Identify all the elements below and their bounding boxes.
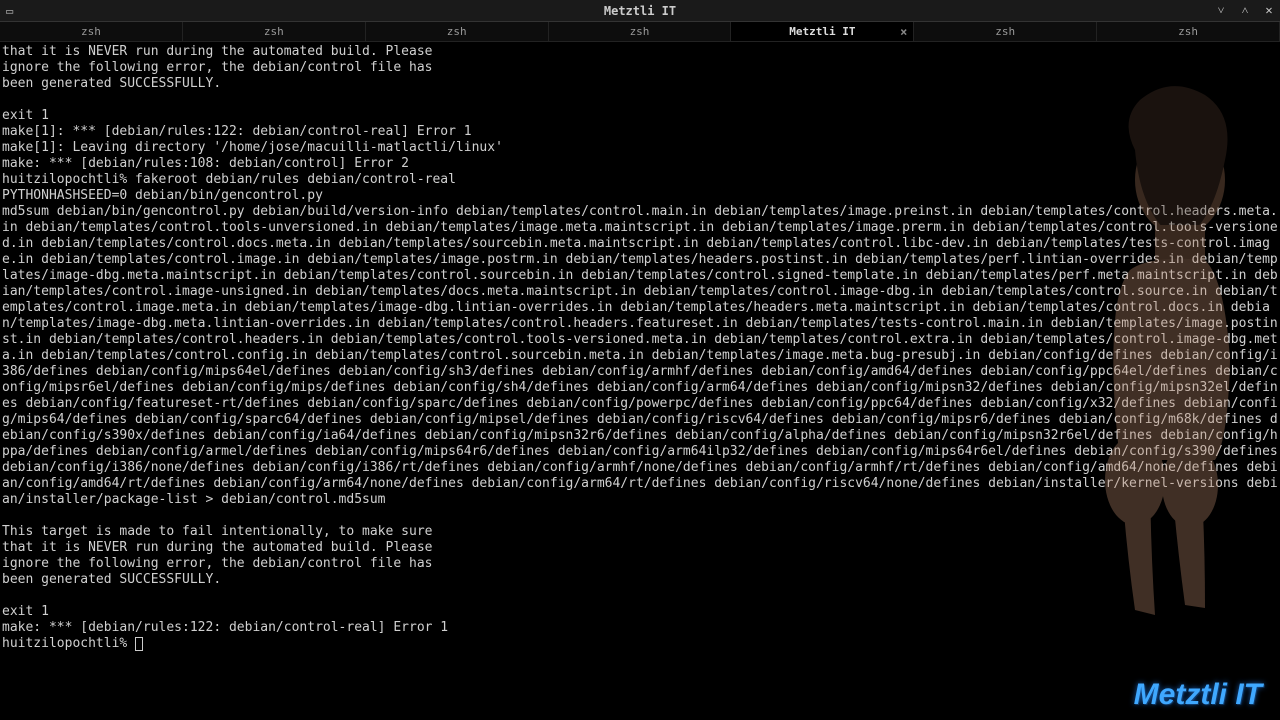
- window-controls: ˅ ˄ ✕: [1214, 3, 1276, 18]
- watermark-logo: Metztli IT: [1134, 678, 1262, 712]
- window-titlebar: ▭ Metztli IT ˅ ˄ ✕: [0, 0, 1280, 22]
- tab-0[interactable]: zsh: [0, 22, 183, 41]
- tab-close-icon[interactable]: ×: [900, 25, 907, 39]
- tab-label: zsh: [81, 25, 101, 38]
- tab-2[interactable]: zsh: [366, 22, 549, 41]
- app-icon: ▭: [6, 5, 20, 17]
- window-title: Metztli IT: [604, 4, 676, 18]
- tab-label: zsh: [630, 25, 650, 38]
- maximize-button[interactable]: ˄: [1238, 3, 1252, 18]
- tab-1[interactable]: zsh: [183, 22, 366, 41]
- tab-label: zsh: [264, 25, 284, 38]
- tab-6[interactable]: zsh: [1097, 22, 1280, 41]
- tab-label: zsh: [447, 25, 467, 38]
- terminal-output[interactable]: that it is NEVER run during the automate…: [0, 42, 1280, 654]
- terminal-cursor: [135, 637, 143, 651]
- close-window-button[interactable]: ✕: [1262, 3, 1276, 18]
- tab-4[interactable]: Metztli IT ×: [731, 22, 914, 41]
- tab-3[interactable]: zsh: [549, 22, 732, 41]
- tab-label: Metztli IT: [789, 25, 855, 38]
- tab-label: zsh: [1178, 25, 1198, 38]
- tab-5[interactable]: zsh: [914, 22, 1097, 41]
- minimize-button[interactable]: ˅: [1214, 3, 1228, 18]
- tab-label: zsh: [995, 25, 1015, 38]
- tab-bar: zsh zsh zsh zsh Metztli IT × zsh zsh: [0, 22, 1280, 42]
